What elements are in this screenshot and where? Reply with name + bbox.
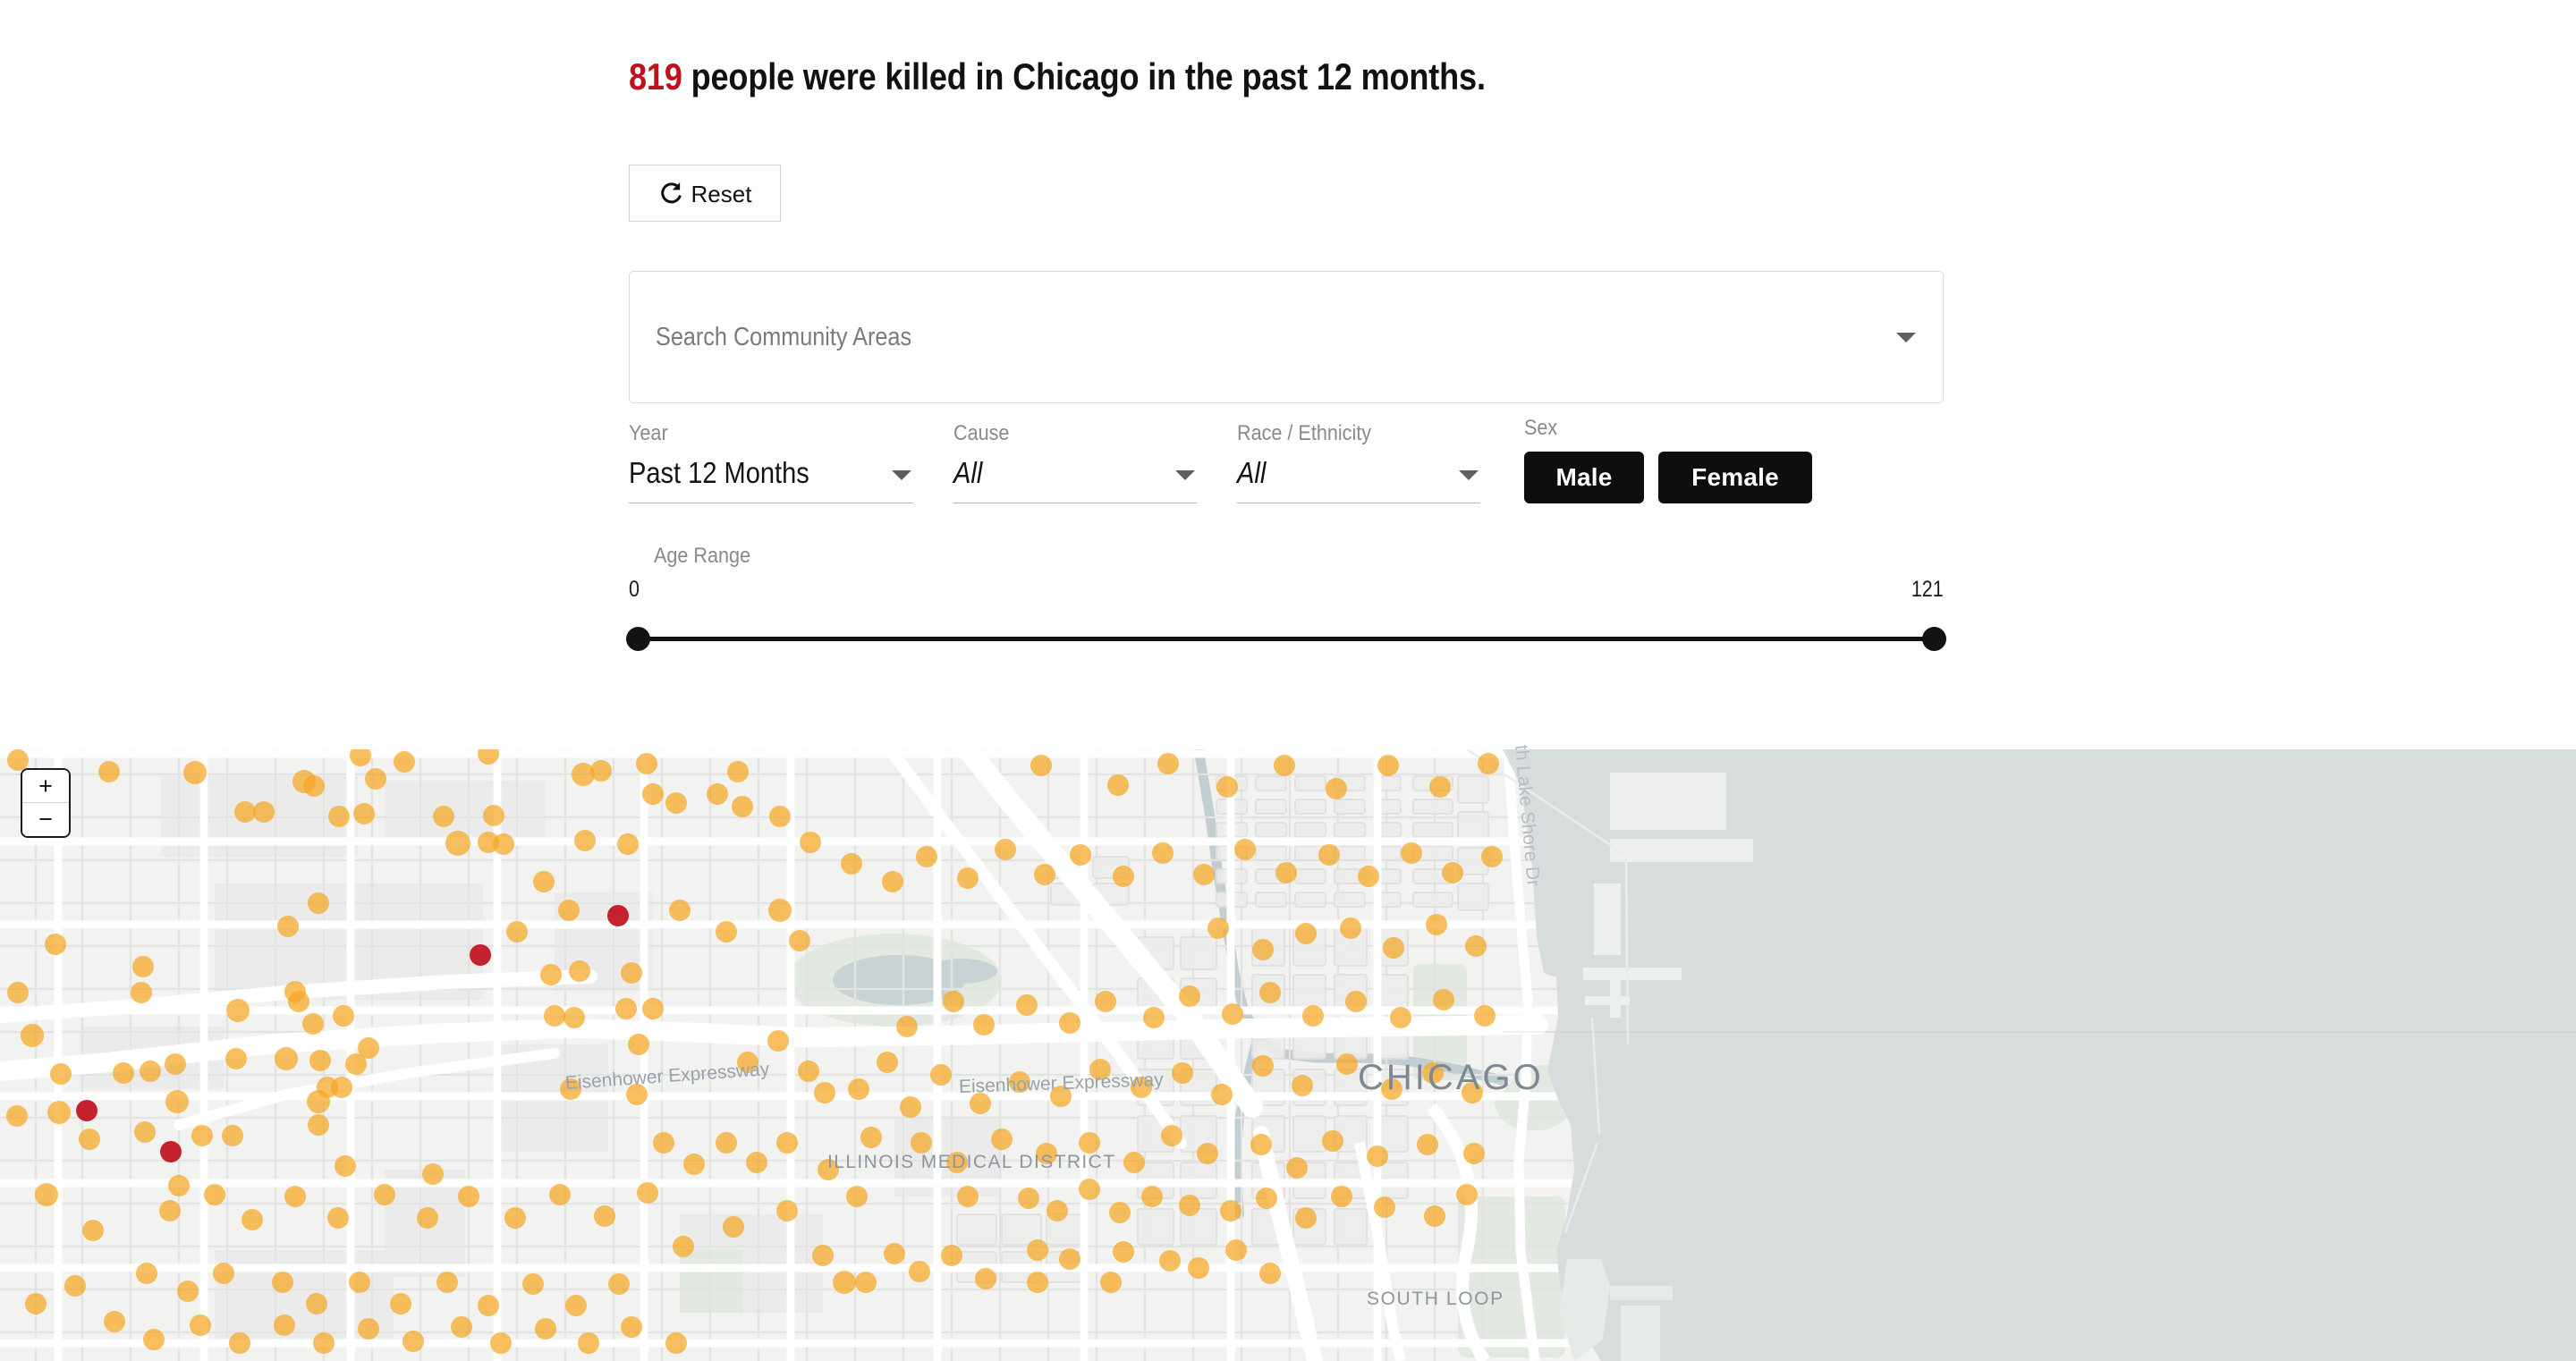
filter-cause-select[interactable]: All — [953, 457, 1197, 503]
filter-race-value: All — [1237, 456, 1267, 489]
incident-map[interactable]: nnedy Expressway — [0, 749, 2576, 1361]
filter-row: Year Past 12 Months Cause All Race / Eth… — [629, 416, 1812, 503]
sex-female-button[interactable]: Female — [1658, 452, 1812, 503]
filter-year-label: Year — [629, 421, 668, 445]
filter-cause-value: All — [953, 456, 983, 489]
incident-map-page: 819 people were killed in Chicago in the… — [0, 0, 2576, 1361]
chevron-down-icon[interactable] — [1175, 470, 1195, 480]
age-range-handle-max[interactable] — [1922, 627, 1946, 651]
zoom-out-button[interactable]: − — [22, 803, 69, 836]
headline-rest: people were killed in Chicago in the pas… — [682, 55, 1486, 97]
filter-cause: Cause All — [953, 421, 1197, 503]
filter-year-value: Past 12 Months — [629, 456, 809, 489]
filter-race-ethnicity: Race / Ethnicity All — [1237, 421, 1480, 503]
chevron-down-icon[interactable] — [1896, 333, 1916, 342]
chevron-down-icon[interactable] — [892, 470, 911, 480]
age-range-handle-min[interactable] — [626, 627, 650, 651]
chevron-down-icon[interactable] — [1459, 470, 1479, 480]
sex-male-button[interactable]: Male — [1524, 452, 1644, 503]
fatality-count: 819 — [629, 55, 682, 97]
age-range-min-value: 0 — [629, 577, 640, 602]
incident-dot-group-orange — [6, 749, 1503, 1354]
filter-cause-label: Cause — [953, 421, 1010, 445]
controls-panel: 819 people were killed in Chicago in the… — [0, 0, 2576, 749]
page-title: 819 people were killed in Chicago in the… — [629, 55, 1486, 98]
filter-race-select[interactable]: All — [1237, 457, 1480, 503]
filter-sex-label: Sex — [1524, 416, 1558, 440]
zoom-in-button[interactable]: + — [22, 770, 69, 803]
sex-toggle-group: Male Female — [1524, 452, 1812, 503]
filter-year-select[interactable]: Past 12 Months — [629, 457, 913, 503]
search-placeholder: Search Community Areas — [656, 322, 912, 351]
age-range-label: Age Range — [654, 544, 751, 568]
refresh-icon — [658, 180, 685, 207]
incident-dots-layer[interactable] — [0, 749, 2576, 1361]
search-community-areas-input[interactable]: Search Community Areas — [629, 271, 1944, 403]
age-range-track[interactable] — [626, 627, 1946, 651]
reset-label: Reset — [691, 181, 752, 207]
incident-dot-group-red — [76, 905, 629, 1162]
filter-year: Year Past 12 Months — [629, 421, 913, 503]
age-range-max-value: 121 — [1911, 577, 1944, 602]
reset-button[interactable]: Reset — [629, 165, 781, 222]
filter-race-label: Race / Ethnicity — [1237, 421, 1372, 445]
map-zoom-control: + − — [21, 768, 71, 838]
filter-sex: Sex Male Female — [1524, 416, 1812, 503]
